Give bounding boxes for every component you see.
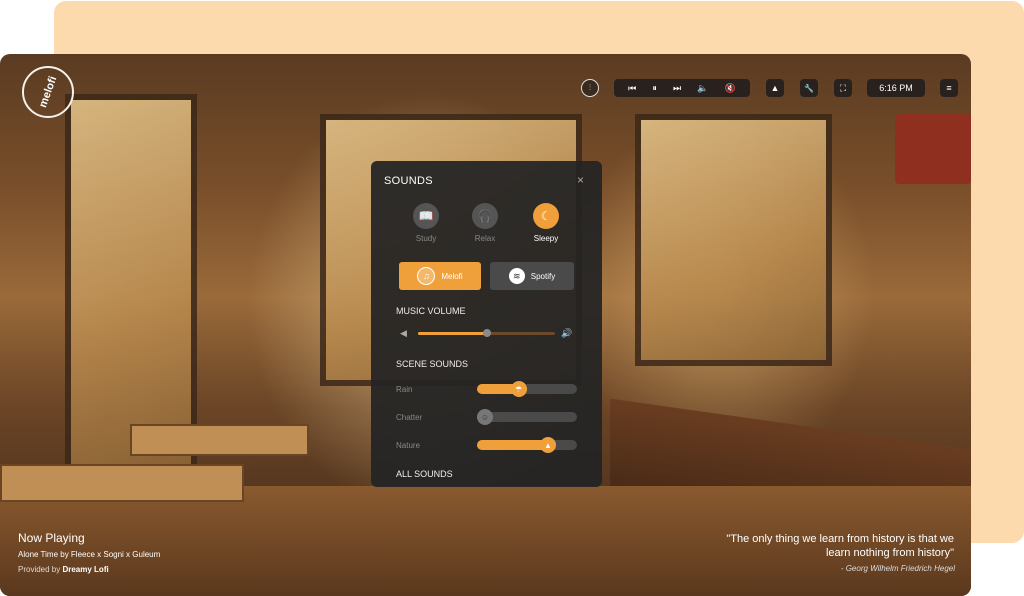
app-logo[interactable]: melofi xyxy=(22,66,74,118)
mountain-icon: ▲ xyxy=(770,83,780,93)
mode-label: Relax xyxy=(474,234,496,243)
rain-icon[interactable]: ☂ xyxy=(510,381,527,397)
music-volume-heading: MUSIC VOLUME xyxy=(396,306,466,316)
cafe-sign xyxy=(895,114,971,184)
cafe-table xyxy=(0,464,244,502)
volume-low-icon: ◀ xyxy=(400,328,407,338)
mute-icon[interactable]: 🔇 xyxy=(725,83,736,94)
mode-relax[interactable]: 🎧 Relax xyxy=(460,203,510,243)
mode-label: Study xyxy=(415,234,437,243)
all-sounds-heading: ALL SOUNDS xyxy=(396,469,453,479)
cafe-window-right xyxy=(635,114,832,366)
scene-button[interactable]: ▲ xyxy=(766,79,784,97)
clock: 6:16 PM xyxy=(867,79,925,97)
mixer-icon: ⫶ xyxy=(589,83,591,92)
mode-study[interactable]: 📖 Study xyxy=(401,203,451,243)
tools-button[interactable]: 🔧 xyxy=(800,79,818,97)
quote-text: "The only thing we learn from history is… xyxy=(726,533,954,559)
now-playing-heading: Now Playing xyxy=(18,531,85,545)
chatter-icon[interactable]: ☺ xyxy=(477,409,493,425)
nature-label: Nature xyxy=(396,441,421,450)
moon-icon: ☾ xyxy=(533,203,559,229)
fullscreen-icon: ⛶ xyxy=(839,82,847,93)
next-icon[interactable]: ⏭ xyxy=(673,83,681,94)
source-spotify-button[interactable]: ≋ Spotify xyxy=(490,262,574,290)
music-volume-fill xyxy=(418,332,487,335)
spotify-icon: ≋ xyxy=(508,268,525,284)
provider-prefix: Provided by xyxy=(18,565,63,574)
headphones-icon: 🎧 xyxy=(472,203,498,229)
source-label: Melofi xyxy=(441,271,463,281)
menu-icon: ≡ xyxy=(946,83,952,93)
fullscreen-button[interactable]: ⛶ xyxy=(834,79,852,97)
cafe-table xyxy=(130,424,309,456)
music-volume-slider[interactable] xyxy=(418,329,555,337)
wrench-icon: 🔧 xyxy=(804,83,814,93)
sounds-modal: SOUNDS × 📖 Study 🎧 Relax ☾ Sleepy ♫ Melo… xyxy=(371,161,602,487)
music-note-icon: ♫ xyxy=(417,267,436,285)
quote-author: - Georg Wilhelm Friedrich Hegel xyxy=(840,564,955,573)
chatter-slider[interactable]: ☺ xyxy=(477,409,577,425)
scene-sounds-heading: SCENE SOUNDS xyxy=(396,359,469,369)
mixer-button[interactable]: ⫶ xyxy=(581,79,599,97)
menu-button[interactable]: ≡ xyxy=(940,79,958,97)
nature-icon[interactable]: ▲ xyxy=(540,437,556,453)
rain-slider[interactable]: ☂ xyxy=(477,381,577,397)
modal-title: SOUNDS xyxy=(384,175,433,187)
pause-icon[interactable]: ⏸ xyxy=(652,83,657,94)
music-player-controls: ⏮ ⏸ ⏭ 🔈 🔇 xyxy=(614,79,750,97)
chatter-label: Chatter xyxy=(396,413,423,422)
provider-name[interactable]: Dreamy Lofi xyxy=(62,565,108,574)
now-playing-track: Alone Time by Fleece x Sogni x Guleum xyxy=(18,550,161,559)
source-label: Spotify xyxy=(530,271,556,281)
mode-sleepy[interactable]: ☾ Sleepy xyxy=(521,203,571,243)
nature-slider[interactable]: ▲ xyxy=(477,437,577,453)
book-icon: 📖 xyxy=(413,203,439,229)
rain-label: Rain xyxy=(396,385,413,394)
mode-label: Sleepy xyxy=(533,234,559,243)
volume-high-icon: 🔊 xyxy=(561,328,573,338)
music-volume-handle[interactable] xyxy=(482,329,491,337)
volume-icon[interactable]: 🔈 xyxy=(697,83,708,94)
source-melofi-button[interactable]: ♫ Melofi xyxy=(399,262,481,290)
close-icon[interactable]: × xyxy=(577,173,584,187)
now-playing-provider: Provided by Dreamy Lofi xyxy=(18,565,109,574)
previous-icon[interactable]: ⏮ xyxy=(628,83,636,94)
